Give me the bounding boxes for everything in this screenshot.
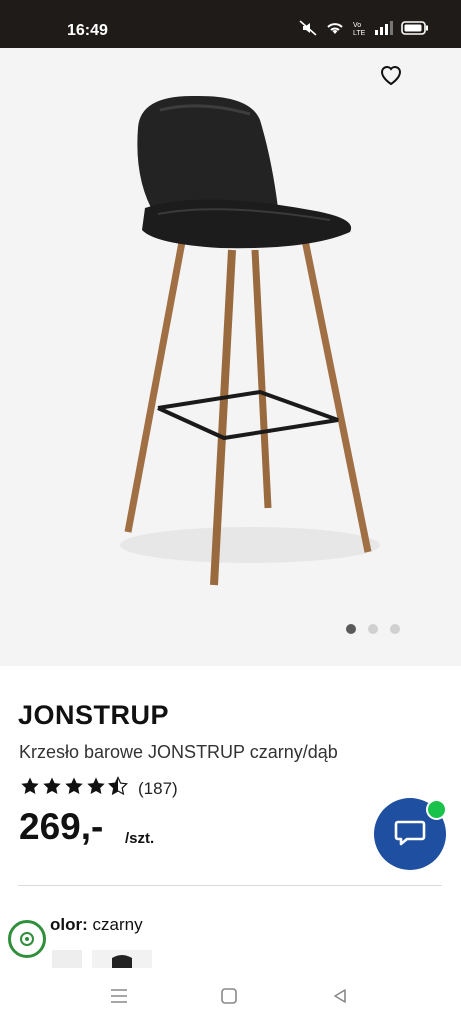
back-triangle-icon[interactable] bbox=[326, 984, 354, 1008]
svg-text:LTE: LTE bbox=[353, 30, 366, 36]
star-full-icon bbox=[64, 776, 84, 801]
price-unit: /szt. bbox=[125, 830, 155, 847]
status-time: 16:49 bbox=[67, 22, 108, 39]
signal-icon bbox=[375, 21, 393, 40]
rating-count[interactable]: (187) bbox=[138, 779, 178, 799]
color-label-prefix: olor: bbox=[50, 915, 88, 934]
star-full-icon bbox=[86, 776, 106, 801]
wifi-icon bbox=[325, 20, 345, 41]
mute-icon bbox=[299, 20, 317, 41]
home-square-icon[interactable] bbox=[215, 984, 243, 1008]
status-icons: Vo LTE bbox=[299, 20, 429, 41]
gallery-pagination[interactable] bbox=[346, 624, 400, 634]
gallery-dot-2[interactable] bbox=[368, 624, 378, 634]
product-brand: JONSTRUP bbox=[18, 700, 170, 730]
bar-stool-image bbox=[100, 90, 380, 590]
menu-icon[interactable] bbox=[105, 984, 133, 1008]
battery-icon bbox=[401, 21, 429, 40]
status-bar: 16:49 Vo LTE bbox=[0, 0, 461, 48]
svg-text:Vo: Vo bbox=[353, 22, 361, 29]
star-full-icon bbox=[20, 776, 40, 801]
product-subtitle: Krzesło barowe JONSTRUP czarny/dąb bbox=[19, 742, 338, 762]
online-status-dot bbox=[426, 799, 447, 820]
color-value: czarny bbox=[92, 915, 143, 934]
volte-icon: Vo LTE bbox=[353, 20, 367, 41]
color-label: olor: czarny bbox=[50, 915, 143, 935]
chat-bubble-icon bbox=[392, 814, 428, 855]
star-half-icon bbox=[107, 776, 129, 801]
gallery-dot-1[interactable] bbox=[346, 624, 356, 634]
recycle-icon[interactable] bbox=[8, 920, 46, 958]
section-divider bbox=[18, 885, 442, 886]
gallery-dot-3[interactable] bbox=[390, 624, 400, 634]
system-nav-bar bbox=[0, 968, 461, 1024]
star-full-icon bbox=[42, 776, 62, 801]
rating-row[interactable]: (187) bbox=[20, 776, 178, 801]
product-price: 269,- bbox=[19, 806, 104, 847]
wishlist-heart-icon[interactable] bbox=[378, 62, 404, 88]
